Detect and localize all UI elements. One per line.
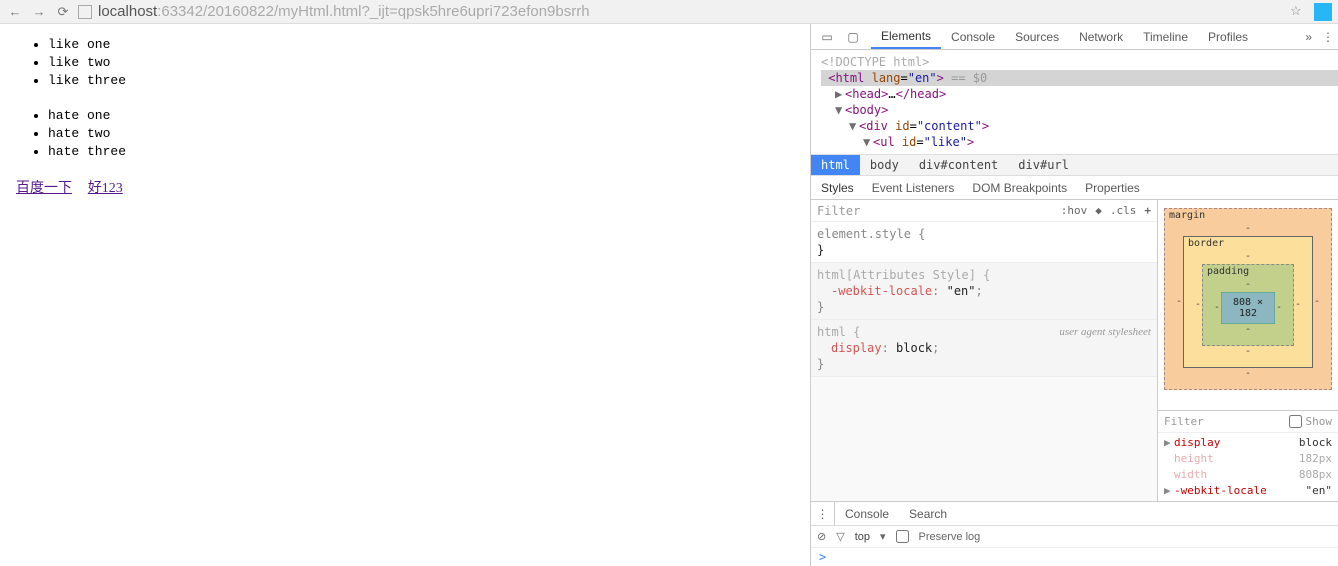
tab-network[interactable]: Network xyxy=(1069,24,1133,49)
dom-div-content[interactable]: ▼<div id="content"> xyxy=(821,118,1338,134)
hov-toggle[interactable]: :hov xyxy=(1061,204,1088,217)
dom-ul-like[interactable]: ▼<ul id="like"> xyxy=(821,134,1338,150)
link-hao123[interactable]: 好123 xyxy=(88,181,123,196)
drawer-menu-icon[interactable]: ⋮ xyxy=(811,502,835,525)
devtools-menu-icon[interactable]: ⋮ xyxy=(1318,30,1338,44)
tab-profiles[interactable]: Profiles xyxy=(1198,24,1258,49)
bm-padding-label: padding xyxy=(1207,266,1249,277)
forward-button[interactable]: → xyxy=(30,3,48,21)
dom-tree[interactable]: <!DOCTYPE html> <html lang="en"> == $0 ▶… xyxy=(811,50,1338,154)
context-selector[interactable]: top xyxy=(855,531,870,543)
show-all-checkbox[interactable] xyxy=(1289,415,1302,428)
drawer-tab-search[interactable]: Search xyxy=(899,502,957,525)
context-dropdown-icon[interactable]: ▾ xyxy=(880,530,886,543)
tab-timeline[interactable]: Timeline xyxy=(1133,24,1198,49)
link-baidu[interactable]: 百度一下 xyxy=(16,181,72,196)
inspect-icon[interactable]: ▭ xyxy=(819,29,835,45)
console-prompt[interactable]: > xyxy=(811,548,1338,566)
computed-filter-input[interactable]: Filter xyxy=(1164,414,1204,430)
bm-content-size: 808 × 182 xyxy=(1221,292,1275,324)
ua-stylesheet-label: user agent stylesheet xyxy=(1059,324,1151,340)
dom-doctype: <!DOCTYPE html> xyxy=(821,54,1338,70)
box-model-pane: margin - - border - - padding xyxy=(1158,200,1338,501)
tabs-overflow-icon[interactable]: » xyxy=(1299,30,1318,44)
list-item: like three xyxy=(48,72,802,90)
pin-icon[interactable]: ◆ xyxy=(1095,204,1102,217)
rule-html-ua[interactable]: user agent stylesheet html { display: bl… xyxy=(811,320,1157,377)
url-host: localhost xyxy=(98,3,157,20)
device-icon[interactable]: ▢ xyxy=(845,29,861,45)
dom-body[interactable]: ▼<body> xyxy=(821,102,1338,118)
styles-rules-pane: Filter :hov ◆ .cls + element.style { } h… xyxy=(811,200,1158,501)
like-list: like one like two like three xyxy=(48,36,802,91)
cls-toggle[interactable]: .cls xyxy=(1110,204,1137,217)
list-item: hate two xyxy=(48,125,802,143)
dom-head[interactable]: ▶<head>…</head> xyxy=(821,86,1338,102)
filter-icon[interactable]: ▽ xyxy=(836,530,844,543)
crumb-html[interactable]: html xyxy=(811,155,860,175)
page-icon xyxy=(78,5,92,19)
clear-console-icon[interactable]: ⊘ xyxy=(817,530,826,543)
bm-border-label: border xyxy=(1188,238,1224,249)
styles-tabs: Styles Event Listeners DOM Breakpoints P… xyxy=(811,176,1338,200)
drawer-tab-console[interactable]: Console xyxy=(835,502,899,525)
dom-html[interactable]: <html lang="en"> == $0 xyxy=(821,70,1338,86)
url-path: :63342/20160822/myHtml.html?_ijt=qpsk5hr… xyxy=(157,3,589,20)
list-item: hate one xyxy=(48,107,802,125)
page-viewport: like one like two like three hate one ha… xyxy=(0,24,810,566)
crumb-body[interactable]: body xyxy=(860,155,909,175)
computed-prop[interactable]: ▶-webkit-locale"en" xyxy=(1164,483,1332,499)
subtab-dom-breakpoints[interactable]: DOM Breakpoints xyxy=(970,176,1069,199)
rule-html-attributes[interactable]: html[Attributes Style] { -webkit-locale:… xyxy=(811,263,1157,320)
devtools-tabs: ▭ ▢ Elements Console Sources Network Tim… xyxy=(811,24,1338,50)
extension-icon[interactable] xyxy=(1314,3,1332,21)
subtab-event-listeners[interactable]: Event Listeners xyxy=(870,176,957,199)
tab-sources[interactable]: Sources xyxy=(1005,24,1069,49)
computed-pane: Filter Show ▶displayblock height182px wi… xyxy=(1158,410,1338,501)
bm-margin-label: margin xyxy=(1169,210,1205,221)
computed-prop[interactable]: height182px xyxy=(1164,451,1332,467)
list-item: like one xyxy=(48,36,802,54)
crumb-content[interactable]: div#content xyxy=(909,155,1008,175)
preserve-log-checkbox[interactable] xyxy=(896,530,909,543)
rule-element-style[interactable]: element.style { } xyxy=(811,222,1157,263)
computed-prop[interactable]: width808px xyxy=(1164,467,1332,483)
list-item: like two xyxy=(48,54,802,72)
address-bar[interactable]: localhost:63342/20160822/myHtml.html?_ij… xyxy=(98,3,1284,20)
back-button[interactable]: ← xyxy=(6,3,24,21)
show-all-label: Show xyxy=(1306,414,1333,430)
dom-breadcrumb: html body div#content div#url xyxy=(811,154,1338,176)
tab-elements[interactable]: Elements xyxy=(871,24,941,49)
box-model[interactable]: margin - - border - - padding xyxy=(1158,200,1338,410)
crumb-url[interactable]: div#url xyxy=(1008,155,1079,175)
preserve-log-label: Preserve log xyxy=(919,531,981,543)
console-drawer: ⋮ Console Search ⊘ ▽ top ▾ Preserve log … xyxy=(811,501,1338,566)
styles-filter-input[interactable]: Filter xyxy=(817,204,1053,218)
bookmark-icon[interactable]: ☆ xyxy=(1290,3,1308,21)
hate-list: hate one hate two hate three xyxy=(48,107,802,162)
computed-prop[interactable]: ▶displayblock xyxy=(1164,435,1332,451)
subtab-properties[interactable]: Properties xyxy=(1083,176,1142,199)
new-rule-button[interactable]: + xyxy=(1144,204,1151,217)
subtab-styles[interactable]: Styles xyxy=(819,176,856,199)
devtools-panel: ▭ ▢ Elements Console Sources Network Tim… xyxy=(810,24,1338,566)
tab-console[interactable]: Console xyxy=(941,24,1005,49)
reload-button[interactable]: ⟳ xyxy=(54,3,72,21)
list-item: hate three xyxy=(48,143,802,161)
links-row: 百度一下 好123 xyxy=(16,177,794,197)
